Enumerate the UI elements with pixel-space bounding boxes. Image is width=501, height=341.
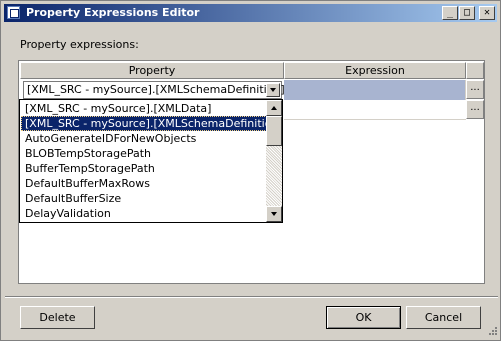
- column-header-property[interactable]: Property: [20, 62, 284, 79]
- property-dropdown-list[interactable]: [XML_SRC - mySource].[XMLData] [XML_SRC …: [19, 99, 283, 223]
- dropdown-item[interactable]: [XML_SRC - mySource].[XMLData]: [21, 101, 267, 116]
- chevron-down-icon[interactable]: [266, 83, 280, 97]
- property-combobox-value: [XML_SRC - mySource].[XMLSchemaDefinitio…: [27, 83, 285, 96]
- dropdown-item-selected[interactable]: [XML_SRC - mySource].[XMLSchemaDefinitio…: [21, 116, 283, 131]
- column-header-expression[interactable]: Expression: [284, 62, 466, 79]
- scrollbar-thumb[interactable]: [266, 116, 282, 146]
- row-divider: [284, 119, 466, 120]
- resize-grip-icon[interactable]: [486, 326, 498, 338]
- dropdown-item[interactable]: DelayValidation: [21, 206, 267, 221]
- dropdown-item[interactable]: AutoGenerateIDForNewObjects: [21, 131, 267, 146]
- dropdown-scrollbar[interactable]: [266, 100, 282, 222]
- column-header-ellipsis: [466, 62, 484, 79]
- window-title: Property Expressions Editor: [26, 6, 200, 19]
- ok-button[interactable]: OK: [326, 306, 401, 329]
- title-bar[interactable]: Property Expressions Editor _ □ ✕: [4, 4, 497, 22]
- minimize-button[interactable]: _: [442, 6, 458, 20]
- expression-builder-button[interactable]: ...: [466, 80, 484, 99]
- property-expressions-label: Property expressions:: [20, 38, 139, 51]
- app-icon: [7, 6, 20, 19]
- scrollbar-track[interactable]: [266, 146, 282, 206]
- dropdown-item[interactable]: BLOBTempStoragePath: [21, 146, 267, 161]
- maximize-button[interactable]: □: [459, 6, 475, 20]
- dropdown-item[interactable]: DefaultBufferMaxRows: [21, 176, 267, 191]
- expression-builder-button-new-row[interactable]: ...: [466, 100, 484, 119]
- close-button[interactable]: ✕: [479, 6, 495, 20]
- expression-cell[interactable]: [284, 80, 466, 100]
- property-combobox[interactable]: [XML_SRC - mySource].[XMLSchemaDefinitio…: [23, 81, 285, 99]
- dropdown-item[interactable]: DefaultBufferSize: [21, 191, 267, 206]
- cancel-button[interactable]: Cancel: [406, 306, 481, 329]
- dropdown-item[interactable]: BufferTempStoragePath: [21, 161, 267, 176]
- property-expressions-editor-window: Property Expressions Editor _ □ ✕ Proper…: [0, 0, 501, 341]
- scroll-up-icon[interactable]: [266, 100, 282, 116]
- delete-button[interactable]: Delete: [20, 306, 95, 329]
- footer-separator: [5, 296, 498, 298]
- scroll-down-icon[interactable]: [266, 206, 282, 222]
